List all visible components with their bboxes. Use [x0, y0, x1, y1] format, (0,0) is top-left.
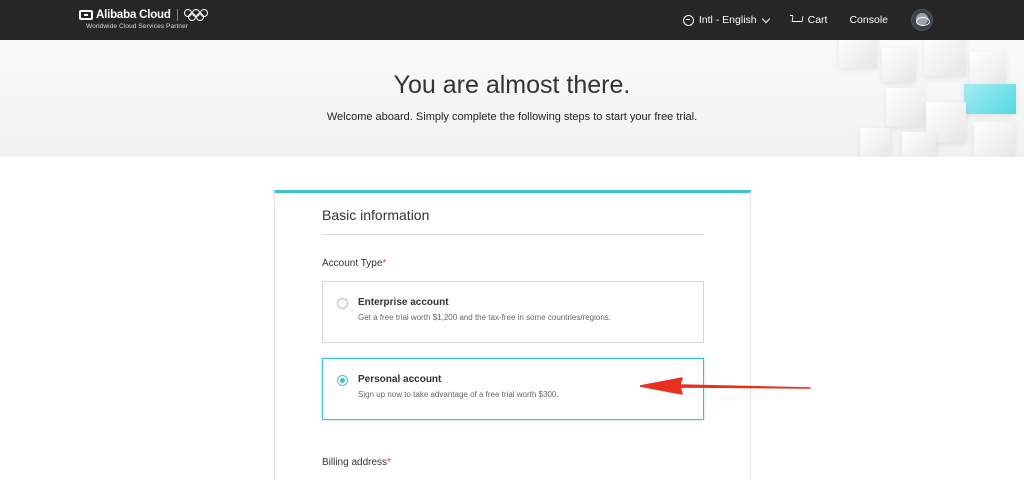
avatar[interactable] — [911, 9, 933, 31]
account-type-label-text: Account Type — [322, 258, 383, 269]
console-label: Console — [849, 14, 888, 26]
chevron-down-icon — [761, 14, 770, 23]
personal-option-description: Sign up now to take advantage of a free … — [358, 390, 559, 399]
billing-address-label: Billing address* — [322, 457, 391, 468]
section-title: Basic information — [322, 207, 430, 223]
page-subtitle: Welcome aboard. Simply complete the foll… — [326, 111, 698, 123]
account-type-label: Account Type* — [322, 258, 386, 269]
cart-label: Cart — [807, 14, 828, 26]
alibaba-cloud-logo[interactable]: Alibaba Cloud Worldwide Cloud Services P… — [79, 7, 208, 30]
billing-address-label-text: Billing address — [322, 457, 388, 468]
hero-banner: You are almost there. Welcome aboard. Si… — [0, 40, 1024, 157]
required-asterisk: * — [387, 457, 391, 468]
cart-link[interactable]: Cart — [789, 14, 828, 26]
page-title: You are almost there. — [393, 71, 631, 99]
language-label: Intl - English — [698, 14, 757, 26]
annotation-arrow-icon — [640, 377, 811, 395]
registration-card: Basic information Account Type* Enterpri… — [274, 190, 751, 480]
enterprise-option-description: Get a free trial worth $1,200 and the ta… — [358, 313, 612, 322]
required-asterisk: * — [382, 258, 387, 269]
olympic-rings-icon — [183, 8, 208, 21]
personal-radio[interactable] — [337, 375, 348, 386]
logo-tagline: Worldwide Cloud Services Partner — [86, 23, 189, 30]
nav-right-group: Intl - English Cart Console — [682, 0, 1024, 40]
logo-text: Alibaba Cloud — [96, 8, 171, 21]
top-nav-bar: Alibaba Cloud Worldwide Cloud Services P… — [0, 0, 1024, 40]
section-divider — [322, 234, 704, 235]
cart-icon — [789, 15, 802, 25]
logo-separator — [176, 8, 178, 21]
globe-icon — [682, 14, 694, 26]
language-selector[interactable]: Intl - English — [682, 14, 770, 26]
enterprise-option-title: Enterprise account — [358, 297, 449, 308]
alibaba-logo-icon — [79, 9, 93, 20]
personal-option-title: Personal account — [358, 374, 442, 385]
enterprise-account-option[interactable]: Enterprise account Get a free trial wort… — [322, 281, 704, 343]
enterprise-radio[interactable] — [337, 298, 348, 309]
console-link[interactable]: Console — [849, 14, 888, 26]
